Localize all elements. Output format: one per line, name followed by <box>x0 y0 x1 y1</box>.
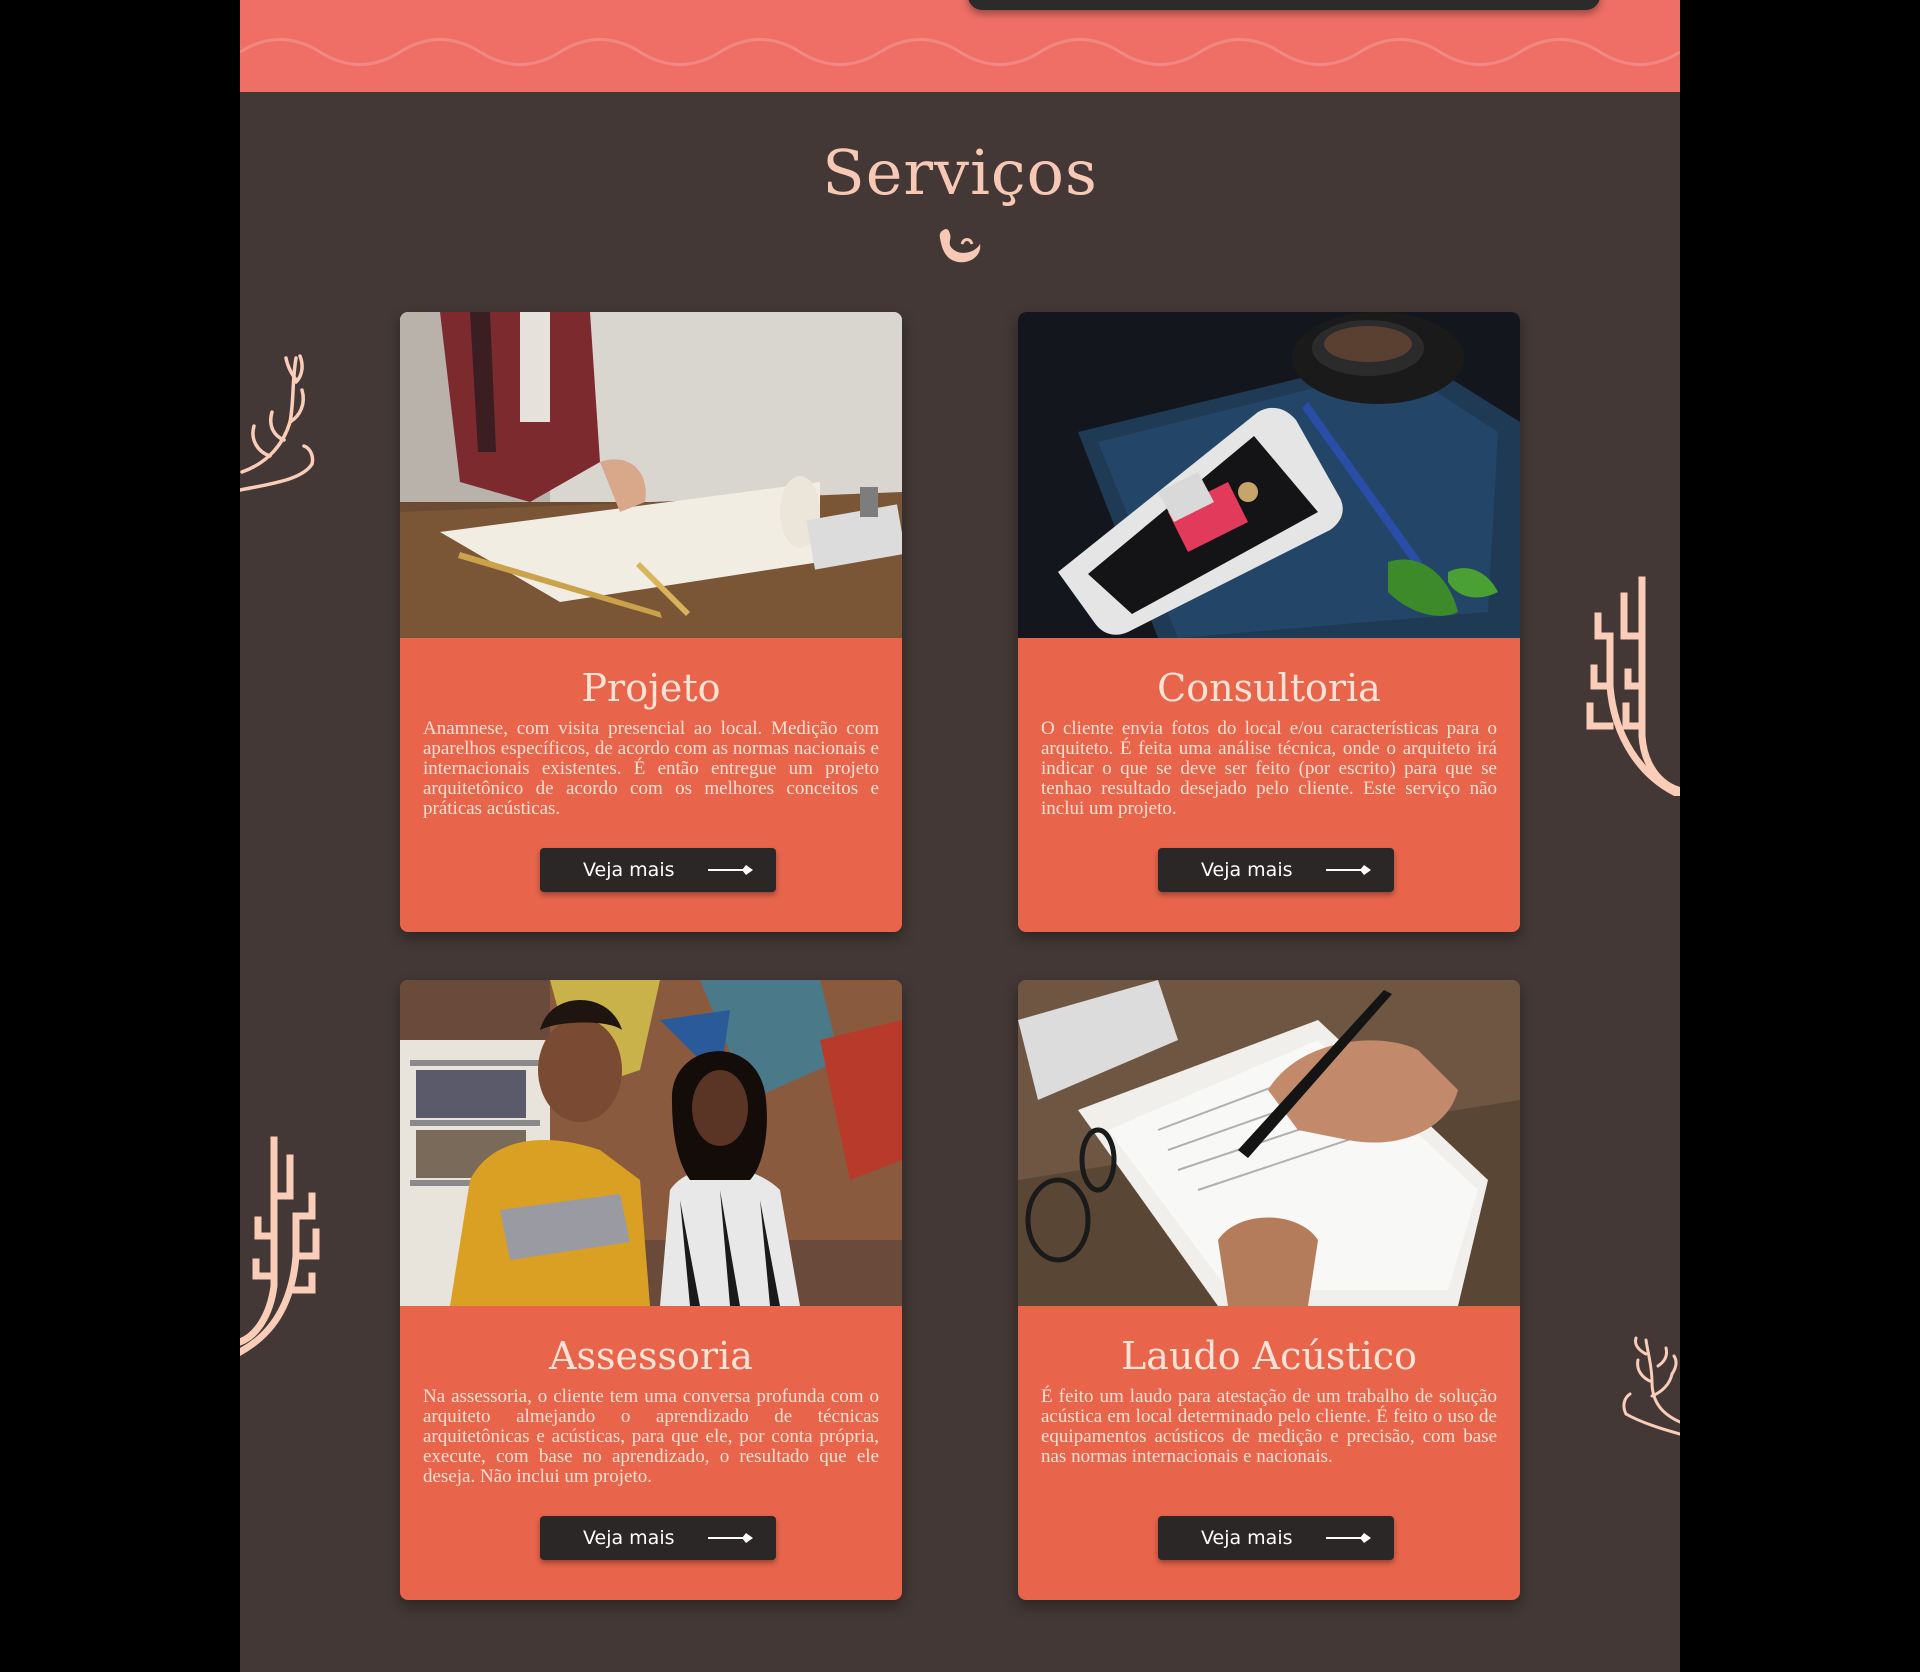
arrow-right-icon <box>1326 1533 1371 1543</box>
card-description: É feito um laudo para atestação de um tr… <box>1041 1386 1497 1467</box>
coral-decoration-icon <box>1622 1336 1680 1436</box>
section-title: Serviços <box>822 136 1098 209</box>
button-label: Veja mais <box>583 1527 675 1549</box>
veja-mais-button[interactable]: Veja mais <box>1158 1516 1394 1560</box>
two-people-tablet-photo <box>400 980 902 1306</box>
coral-decoration-icon <box>1586 576 1680 796</box>
card-description: Anamnese, com visita presencial ao local… <box>423 718 879 819</box>
card-description: O cliente envia fotos do local e/ou cara… <box>1041 718 1497 819</box>
service-card-consultoria: Consultoria O cliente envia fotos do loc… <box>1018 312 1520 932</box>
hand-signing-document-photo <box>1018 980 1520 1306</box>
smartphone-notebook-coffee-photo <box>1018 312 1520 638</box>
card-description: Na assessoria, o cliente tem uma convers… <box>423 1386 879 1487</box>
veja-mais-button[interactable]: Veja mais <box>540 848 776 892</box>
wave-pattern <box>240 38 1680 66</box>
coral-decoration-icon <box>240 354 315 492</box>
arrow-right-icon <box>708 1533 753 1543</box>
card-title: Assessoria <box>549 1334 753 1378</box>
button-label: Veja mais <box>1201 1527 1293 1549</box>
wave-ornament-icon <box>939 229 981 263</box>
arrow-right-icon <box>1326 865 1371 875</box>
architect-drawing-plans-photo <box>400 312 902 638</box>
arrow-right-icon <box>708 865 753 875</box>
button-label: Veja mais <box>1201 859 1293 881</box>
coral-decoration-icon <box>240 1136 320 1356</box>
top-banner-band <box>240 0 1680 92</box>
card-title: Consultoria <box>1157 666 1381 710</box>
veja-mais-button[interactable]: Veja mais <box>1158 848 1394 892</box>
service-card-assessoria: Assessoria Na assessoria, o cliente tem … <box>400 980 902 1600</box>
service-card-laudo-acustico: Laudo Acústico É feito um laudo para ate… <box>1018 980 1520 1600</box>
button-label: Veja mais <box>583 859 675 881</box>
banner-image-edge <box>968 0 1600 10</box>
veja-mais-button[interactable]: Veja mais <box>540 1516 776 1560</box>
card-title: Laudo Acústico <box>1121 1334 1417 1378</box>
page: Serviços Projeto Anamnese, com visita pr… <box>240 0 1680 1672</box>
service-card-projeto: Projeto Anamnese, com visita presencial … <box>400 312 902 932</box>
card-title: Projeto <box>581 666 721 710</box>
